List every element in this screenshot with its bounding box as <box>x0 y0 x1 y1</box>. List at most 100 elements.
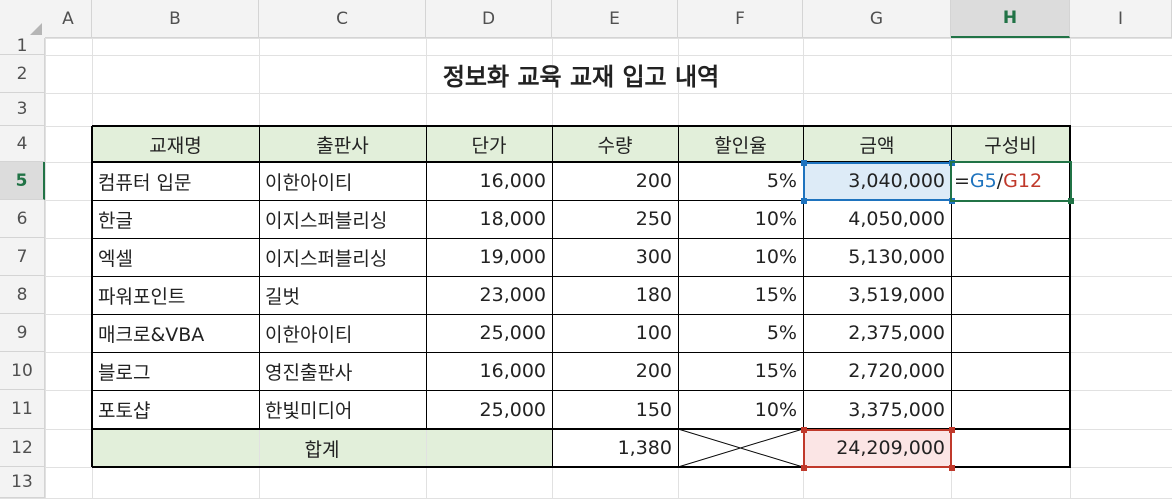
fill-handle[interactable] <box>1068 198 1074 204</box>
row-header-5[interactable]: 5 <box>0 162 45 200</box>
column-header-b[interactable]: B <box>92 0 259 38</box>
table-cell[interactable]: 19,000 <box>426 238 552 276</box>
column-header-h[interactable]: H <box>951 0 1070 38</box>
table-cell[interactable]: 25,000 <box>426 314 552 352</box>
table-header-cell[interactable]: 출판사 <box>259 126 426 162</box>
table-cell[interactable]: 파워포인트 <box>92 276 259 314</box>
table-header-cell[interactable]: 할인율 <box>678 126 803 162</box>
table-border-bottom <box>92 466 1071 468</box>
table-cell[interactable]: 2,375,000 <box>803 314 951 352</box>
table-border-inner-h <box>92 200 1070 201</box>
table-cell[interactable]: 23,000 <box>426 276 552 314</box>
column-header-c[interactable]: C <box>259 0 426 38</box>
row-header-8[interactable]: 8 <box>0 276 45 314</box>
table-cell[interactable]: 2,720,000 <box>803 352 951 390</box>
table-cell[interactable]: 16,000 <box>426 162 552 200</box>
table-cell[interactable]: 250 <box>552 200 678 238</box>
table-cell[interactable]: 5,130,000 <box>803 238 951 276</box>
table-cell[interactable]: 매크로&VBA <box>92 314 259 352</box>
select-all-corner[interactable] <box>0 0 45 38</box>
table-cell[interactable]: 15% <box>678 276 803 314</box>
column-header-g[interactable]: G <box>803 0 951 38</box>
table-cell[interactable]: 한빛미디어 <box>259 390 426 429</box>
diagonal-cross-cell <box>678 429 803 467</box>
table-cell[interactable]: 5% <box>678 162 803 200</box>
table-cell[interactable]: 영진출판사 <box>259 352 426 390</box>
formula-editor-cell[interactable]: = G5/G12 <box>951 162 1070 200</box>
table-border-inner-h <box>92 390 1070 391</box>
total-quantity[interactable]: 1,380 <box>552 429 678 467</box>
table-cell[interactable]: 한글 <box>92 200 259 238</box>
table-border-inner-v <box>426 126 427 429</box>
g12-reference-handle[interactable] <box>949 427 955 433</box>
table-cell[interactable]: 블로그 <box>92 352 259 390</box>
row-header-10[interactable]: 10 <box>0 352 45 390</box>
spreadsheet-grid[interactable]: A B C D E F G H I 1 2 3 4 5 6 7 8 9 10 11 12 13 정보화 교육 교재 입고 내… <box>0 0 1172 499</box>
table-cell[interactable]: 200 <box>552 162 678 200</box>
row-header-1[interactable]: 1 <box>0 36 45 56</box>
table-cell[interactable]: 15% <box>678 352 803 390</box>
row-header-9[interactable]: 9 <box>0 314 45 352</box>
table-border-top <box>92 125 1071 127</box>
g12-reference-handle[interactable] <box>801 427 807 433</box>
g12-reference-handle[interactable] <box>949 465 955 471</box>
table-cell[interactable]: 이지스퍼블리싱 <box>259 200 426 238</box>
g12-reference-handle[interactable] <box>801 465 807 471</box>
table-cell[interactable]: 5% <box>678 314 803 352</box>
g5-reference-handle[interactable] <box>801 198 807 204</box>
gridline-horizontal <box>0 93 1172 94</box>
row-header-11[interactable]: 11 <box>0 390 45 429</box>
row-header-4[interactable]: 4 <box>0 126 45 162</box>
table-cell[interactable]: 3,375,000 <box>803 390 951 429</box>
table-cell[interactable]: 4,050,000 <box>803 200 951 238</box>
table-header-cell[interactable]: 수량 <box>552 126 678 162</box>
table-cell[interactable]: 16,000 <box>426 352 552 390</box>
table-header-cell[interactable]: 금액 <box>803 126 951 162</box>
row-header-2[interactable]: 2 <box>0 55 45 93</box>
table-cell[interactable]: 180 <box>552 276 678 314</box>
table-cell[interactable]: 150 <box>552 390 678 429</box>
row-header-6[interactable]: 6 <box>0 200 45 238</box>
table-cell[interactable]: 100 <box>552 314 678 352</box>
sheet-title[interactable]: 정보화 교육 교재 입고 내역 <box>92 55 1070 93</box>
table-cell[interactable]: 10% <box>678 390 803 429</box>
table-border-inner-h <box>92 352 1070 353</box>
formula-ref-g12: G12 <box>1003 170 1043 192</box>
table-cell[interactable]: 25,000 <box>426 390 552 429</box>
table-border-inner-h <box>92 428 1070 430</box>
row-header-12[interactable]: 12 <box>0 429 45 467</box>
column-header-i[interactable]: I <box>1070 0 1172 38</box>
row-header-13[interactable]: 13 <box>0 467 45 498</box>
total-label[interactable]: 합계 <box>92 429 552 467</box>
column-header-e[interactable]: E <box>552 0 678 38</box>
table-cell[interactable]: 3,040,000 <box>803 162 951 200</box>
table-cell[interactable]: 10% <box>678 238 803 276</box>
gridline-horizontal <box>0 38 1172 39</box>
table-header-cell[interactable]: 단가 <box>426 126 552 162</box>
column-header-a[interactable]: A <box>45 0 92 38</box>
table-cell[interactable]: 200 <box>552 352 678 390</box>
table-cell[interactable]: 3,519,000 <box>803 276 951 314</box>
table-cell[interactable]: 이지스퍼블리싱 <box>259 238 426 276</box>
table-cell[interactable]: 18,000 <box>426 200 552 238</box>
total-amount[interactable]: 24,209,000 <box>803 429 951 467</box>
table-border-inner-v <box>803 126 804 467</box>
row-header-7[interactable]: 7 <box>0 238 45 276</box>
table-cell[interactable]: 포토샵 <box>92 390 259 429</box>
table-cell[interactable]: 300 <box>552 238 678 276</box>
table-cell[interactable]: 컴퓨터 입문 <box>92 162 259 200</box>
select-all-triangle-icon <box>30 23 42 35</box>
table-border-inner-v <box>678 126 679 467</box>
table-cell[interactable]: 엑셀 <box>92 238 259 276</box>
row-header-3[interactable]: 3 <box>0 93 45 126</box>
table-border-inner-h <box>92 314 1070 315</box>
table-cell[interactable]: 10% <box>678 200 803 238</box>
table-cell[interactable]: 이한아이티 <box>259 162 426 200</box>
table-header-cell[interactable]: 구성비 <box>951 126 1070 162</box>
table-cell[interactable]: 길벗 <box>259 276 426 314</box>
g5-reference-handle[interactable] <box>801 160 807 166</box>
column-header-d[interactable]: D <box>426 0 552 38</box>
table-cell[interactable]: 이한아이티 <box>259 314 426 352</box>
column-header-f[interactable]: F <box>678 0 803 38</box>
table-header-cell[interactable]: 교재명 <box>92 126 259 162</box>
